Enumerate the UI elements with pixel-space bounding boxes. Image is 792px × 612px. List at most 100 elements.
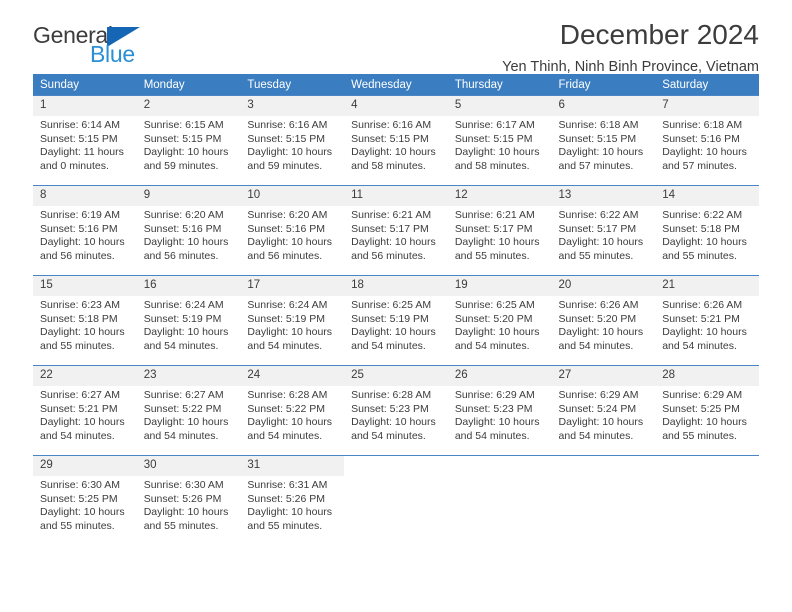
sunrise-text: Sunrise: 6:22 AM: [558, 209, 639, 221]
day-cell[interactable]: 31 Sunrise: 6:31 AM Sunset: 5:26 PM Dayligh…: [240, 456, 345, 545]
calendar-week-row: 15 Sunrise: 6:23 AM Sunset: 5:18 PM Dayligh…: [33, 275, 759, 366]
sunset-text: Sunset: 5:15 PM: [454, 132, 533, 145]
day-cell[interactable]: 30 Sunrise: 6:30 AM Sunset: 5:26 PM Dayligh…: [136, 456, 241, 545]
day-number: 11: [344, 186, 448, 206]
day-number: 1: [33, 96, 137, 116]
weekday-header-sunday: Sunday: [33, 74, 137, 96]
day-cell[interactable]: 21 Sunrise: 6:26 AM Sunset: 5:21 PM Dayligh…: [655, 276, 759, 365]
day-number: 18: [344, 276, 448, 296]
day-details: Sunrise: 6:19 AM Sunset: 5:16 PM Daylight:…: [33, 206, 137, 263]
weekday-header-friday: Friday: [551, 74, 656, 96]
day-cell[interactable]: 24 Sunrise: 6:28 AM Sunset: 5:22 PM Dayligh…: [240, 366, 345, 455]
calendar-cell: 12 Sunrise: 6:21 AM Sunset: 5:17 PM Dayligh…: [447, 185, 552, 276]
day-cell[interactable]: 7 Sunrise: 6:18 AM Sunset: 5:16 PM Daylight…: [655, 96, 759, 185]
day-cell[interactable]: 6 Sunrise: 6:18 AM Sunset: 5:15 PM Daylight…: [551, 96, 656, 185]
day-cell-empty: [344, 456, 448, 545]
day-cell-empty: [655, 456, 759, 545]
sunrise-text: Sunrise: 6:27 AM: [40, 389, 120, 401]
daylight-text: Daylight: 10 hours and 59 minutes.: [247, 146, 333, 172]
sunset-text: Sunset: 5:15 PM: [558, 132, 637, 145]
sunrise-text: Sunrise: 6:21 AM: [351, 209, 432, 221]
calendar-cell: 8 Sunrise: 6:19 AM Sunset: 5:16 PM Daylight…: [33, 185, 137, 276]
day-cell[interactable]: 5 Sunrise: 6:17 AM Sunset: 5:15 PM Daylight…: [447, 96, 552, 185]
sunrise-text: Sunrise: 6:30 AM: [143, 479, 224, 491]
sunset-text: Sunset: 5:15 PM: [351, 132, 429, 145]
day-cell[interactable]: 15 Sunrise: 6:23 AM Sunset: 5:18 PM Dayligh…: [33, 276, 137, 365]
day-cell[interactable]: 19 Sunrise: 6:25 AM Sunset: 5:20 PM Dayligh…: [447, 276, 552, 365]
sunset-text: Sunset: 5:15 PM: [247, 132, 326, 145]
general-blue-logo[interactable]: General Blue: [33, 22, 148, 70]
day-cell[interactable]: 1 Sunrise: 6:14 AM Sunset: 5:15 PM Daylight…: [33, 96, 137, 185]
sunset-text: Sunset: 5:16 PM: [247, 222, 326, 235]
weekday-header-thursday: Thursday: [447, 74, 552, 96]
day-cell[interactable]: 4 Sunrise: 6:16 AM Sunset: 5:15 PM Daylight…: [344, 96, 448, 185]
day-cell[interactable]: 10 Sunrise: 6:20 AM Sunset: 5:16 PM Dayligh…: [240, 186, 345, 275]
daylight-text: Daylight: 10 hours and 57 minutes.: [662, 146, 747, 172]
calendar-week-row: 8 Sunrise: 6:19 AM Sunset: 5:16 PM Daylight…: [33, 185, 759, 276]
weekday-header-monday: Monday: [136, 74, 241, 96]
sunrise-text: Sunrise: 6:25 AM: [351, 299, 432, 311]
calendar-header-row: Sunday Monday Tuesday Wednesday Thursday…: [33, 74, 759, 96]
day-cell[interactable]: 2 Sunrise: 6:15 AM Sunset: 5:15 PM Daylight…: [136, 96, 241, 185]
day-details: Sunrise: 6:25 AM Sunset: 5:19 PM Daylight:…: [344, 296, 448, 353]
day-details: Sunrise: 6:30 AM Sunset: 5:25 PM Daylight:…: [33, 476, 137, 533]
day-cell[interactable]: 8 Sunrise: 6:19 AM Sunset: 5:16 PM Daylight…: [33, 186, 137, 275]
sunset-text: Sunset: 5:22 PM: [247, 402, 326, 415]
day-cell[interactable]: 27 Sunrise: 6:29 AM Sunset: 5:24 PM Dayligh…: [551, 366, 656, 455]
day-details: Sunrise: 6:22 AM Sunset: 5:18 PM Daylight:…: [655, 206, 759, 263]
day-details: Sunrise: 6:22 AM Sunset: 5:17 PM Daylight:…: [552, 206, 656, 263]
calendar-cell: 13 Sunrise: 6:22 AM Sunset: 5:17 PM Dayligh…: [551, 185, 656, 276]
calendar-cell: 7 Sunrise: 6:18 AM Sunset: 5:16 PM Daylight…: [655, 95, 759, 186]
sunrise-text: Sunrise: 6:19 AM: [40, 209, 120, 221]
day-cell[interactable]: 20 Sunrise: 6:26 AM Sunset: 5:20 PM Dayligh…: [551, 276, 656, 365]
sunrise-text: Sunrise: 6:20 AM: [143, 209, 224, 221]
day-number: 31: [240, 456, 345, 476]
day-details: Sunrise: 6:25 AM Sunset: 5:20 PM Daylight:…: [448, 296, 552, 353]
day-number: 26: [447, 366, 552, 386]
daylight-text: Daylight: 10 hours and 54 minutes.: [558, 416, 644, 442]
day-cell[interactable]: 14 Sunrise: 6:22 AM Sunset: 5:18 PM Dayligh…: [655, 186, 759, 275]
day-number: 7: [655, 96, 759, 116]
sunset-text: Sunset: 5:19 PM: [351, 312, 429, 325]
day-cell[interactable]: 16 Sunrise: 6:24 AM Sunset: 5:19 PM Dayligh…: [136, 276, 241, 365]
day-cell[interactable]: 22 Sunrise: 6:27 AM Sunset: 5:21 PM Dayligh…: [33, 366, 137, 455]
sunrise-text: Sunrise: 6:25 AM: [454, 299, 535, 311]
sunrise-text: Sunrise: 6:22 AM: [662, 209, 743, 221]
calendar-cell: 27 Sunrise: 6:29 AM Sunset: 5:24 PM Dayligh…: [551, 365, 656, 456]
day-details: Sunrise: 6:18 AM Sunset: 5:15 PM Daylight:…: [552, 116, 656, 173]
calendar-cell: 6 Sunrise: 6:18 AM Sunset: 5:15 PM Daylight…: [551, 95, 656, 186]
sunset-text: Sunset: 5:21 PM: [662, 312, 740, 325]
day-cell[interactable]: 29 Sunrise: 6:30 AM Sunset: 5:25 PM Dayligh…: [33, 456, 137, 545]
sunrise-text: Sunrise: 6:17 AM: [454, 119, 535, 131]
day-cell[interactable]: 28 Sunrise: 6:29 AM Sunset: 5:25 PM Dayligh…: [655, 366, 759, 455]
day-details: Sunrise: 6:23 AM Sunset: 5:18 PM Daylight:…: [33, 296, 137, 353]
calendar-cell: 18 Sunrise: 6:25 AM Sunset: 5:19 PM Dayligh…: [344, 275, 448, 366]
day-details: Sunrise: 6:28 AM Sunset: 5:22 PM Daylight:…: [240, 386, 344, 443]
daylight-text: Daylight: 10 hours and 55 minutes.: [247, 506, 333, 532]
day-cell[interactable]: 23 Sunrise: 6:27 AM Sunset: 5:22 PM Dayligh…: [136, 366, 241, 455]
day-cell[interactable]: 26 Sunrise: 6:29 AM Sunset: 5:23 PM Dayligh…: [447, 366, 552, 455]
sunset-text: Sunset: 5:18 PM: [662, 222, 740, 235]
day-cell[interactable]: 13 Sunrise: 6:22 AM Sunset: 5:17 PM Dayligh…: [551, 186, 656, 275]
day-cell[interactable]: 18 Sunrise: 6:25 AM Sunset: 5:19 PM Dayligh…: [344, 276, 448, 365]
day-cell[interactable]: 11 Sunrise: 6:21 AM Sunset: 5:17 PM Dayligh…: [344, 186, 448, 275]
day-cell-empty: [551, 456, 656, 545]
daylight-text: Daylight: 10 hours and 54 minutes.: [247, 416, 333, 442]
sunrise-text: Sunrise: 6:27 AM: [143, 389, 224, 401]
sunrise-text: Sunrise: 6:24 AM: [143, 299, 224, 311]
day-cell[interactable]: 3 Sunrise: 6:16 AM Sunset: 5:15 PM Daylight…: [240, 96, 345, 185]
day-cell[interactable]: 12 Sunrise: 6:21 AM Sunset: 5:17 PM Dayligh…: [447, 186, 552, 275]
day-details: Sunrise: 6:28 AM Sunset: 5:23 PM Daylight:…: [344, 386, 448, 443]
day-cell[interactable]: 25 Sunrise: 6:28 AM Sunset: 5:23 PM Dayligh…: [344, 366, 448, 455]
calendar-cell: 1 Sunrise: 6:14 AM Sunset: 5:15 PM Daylight…: [33, 95, 137, 186]
day-number: 9: [136, 186, 241, 206]
day-details: Sunrise: 6:15 AM Sunset: 5:15 PM Daylight:…: [137, 116, 241, 173]
sunrise-text: Sunrise: 6:20 AM: [247, 209, 328, 221]
daylight-text: Daylight: 10 hours and 55 minutes.: [40, 326, 125, 352]
calendar-cell: 15 Sunrise: 6:23 AM Sunset: 5:18 PM Dayligh…: [33, 275, 137, 366]
daylight-text: Daylight: 10 hours and 56 minutes.: [40, 236, 125, 262]
day-cell[interactable]: 9 Sunrise: 6:20 AM Sunset: 5:16 PM Daylight…: [136, 186, 241, 275]
day-cell[interactable]: 17 Sunrise: 6:24 AM Sunset: 5:19 PM Dayligh…: [240, 276, 345, 365]
sunset-text: Sunset: 5:19 PM: [143, 312, 222, 325]
day-details: Sunrise: 6:20 AM Sunset: 5:16 PM Daylight:…: [137, 206, 241, 263]
